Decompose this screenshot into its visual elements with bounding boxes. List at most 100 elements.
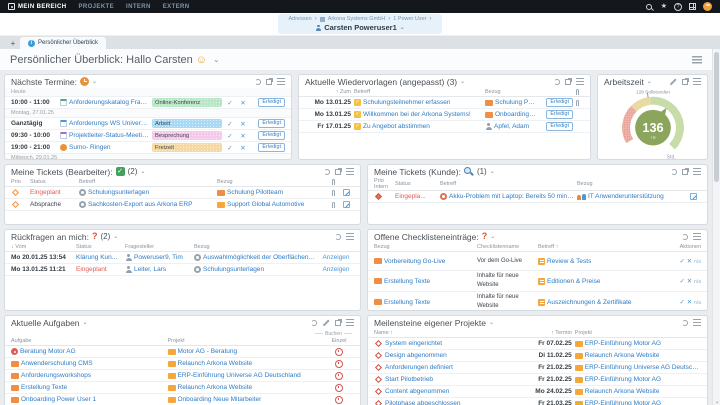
column-header-einzel[interactable]: Einzel	[332, 338, 347, 344]
milestone-row[interactable]: Content abgenommen Mo 24.02.25 Relaunch …	[368, 386, 707, 398]
checklist-entry-link[interactable]: Editionen & Preise	[538, 277, 658, 285]
decline-cross-icon[interactable]: ✕	[238, 144, 248, 152]
checklist-entry-link[interactable]: Auszeichnungen & Zertifikate	[538, 298, 658, 306]
panel-settings-icon[interactable]	[277, 78, 285, 85]
apps-grid-icon[interactable]	[689, 3, 696, 10]
breadcrumb-company[interactable]: Arkona Systems GmbH	[328, 16, 385, 22]
chevron-down-icon[interactable]: ⌄	[213, 55, 220, 64]
open-external-icon[interactable]	[266, 77, 273, 85]
panel-settings-icon[interactable]	[693, 78, 701, 85]
panel-settings-icon[interactable]	[693, 168, 701, 175]
task-link[interactable]: Beratung Motor AG	[11, 348, 165, 355]
task-link[interactable]: Anwenderschulung CMS	[11, 360, 165, 367]
accept-check-icon[interactable]: ✓	[225, 99, 235, 107]
column-header-bezug[interactable]: Bezug	[194, 244, 315, 250]
chevron-down-icon[interactable]: ⌄	[490, 168, 495, 175]
appointment-link[interactable]: Anforderungskatalog Fragen Universe	[60, 99, 149, 106]
milestone-link[interactable]: Anforderungen definiert	[374, 363, 513, 372]
not-applicable-icon[interactable]: n/a	[694, 259, 701, 265]
reject-cross-icon[interactable]: ✕	[687, 278, 692, 285]
edit-pencil-icon[interactable]	[322, 319, 330, 326]
appointment-row[interactable]: 09:30 - 10:00 Projektleiter-Status-Meeti…	[5, 130, 291, 142]
add-tab-button[interactable]: +	[6, 38, 20, 49]
milestone-row[interactable]: System eingerichtet Fr 07.02.25 ERP-Einf…	[368, 338, 707, 350]
time-booking-icon[interactable]	[335, 383, 343, 392]
column-header-bezug[interactable]: Bezug	[577, 181, 687, 187]
followup-link[interactable]: Zu Angebot abstimmen	[354, 123, 482, 130]
followup-link[interactable]: Willkommen bei der Arkona Systems!	[354, 111, 482, 118]
breadcrumb-current-user[interactable]: Carsten Poweruser1	[324, 23, 397, 32]
milestone-link[interactable]: Design abgenommen	[374, 351, 513, 360]
reference-link[interactable]: Erstellung Texte	[374, 278, 474, 285]
open-external-icon[interactable]	[565, 77, 572, 85]
column-header-prio-intern[interactable]: Prio Intern	[374, 178, 392, 190]
column-header-status[interactable]: Status	[395, 181, 437, 187]
breadcrumb[interactable]: Adressen › Arkona Systems GmbH › 1 Power…	[278, 14, 442, 34]
column-header-projekt[interactable]: Projekt	[168, 338, 322, 344]
project-link[interactable]: Relaunch Arkona Website	[167, 384, 322, 391]
reference-link[interactable]: Auswahlmöglichkeit der Oberflächensprach…	[194, 254, 315, 261]
time-booking-icon[interactable]	[335, 371, 343, 380]
milestone-link[interactable]: System eingerichtet	[374, 339, 513, 348]
column-header-prio[interactable]: Prio	[11, 179, 27, 185]
person-link[interactable]: Leiter, Lars	[125, 266, 191, 273]
project-link[interactable]: Onboarding Neue Mitarbeiter	[167, 396, 322, 403]
nav-projekte[interactable]: PROJEKTE	[78, 4, 114, 10]
reference-link[interactable]: Support Global Automotive	[217, 201, 329, 208]
column-header-vom[interactable]: ↓ Vom	[11, 244, 73, 250]
panel-settings-icon[interactable]	[693, 319, 701, 326]
milestone-row[interactable]: Start Pilotbetrieb Fr 21.02.25 ERP-Einfü…	[368, 374, 707, 386]
panel-settings-icon[interactable]	[346, 233, 354, 240]
breadcrumb-adressen[interactable]: Adressen	[288, 16, 311, 22]
erledigt-button[interactable]: Erledigt	[258, 118, 285, 129]
project-link[interactable]: Relaunch Arkona Website	[574, 352, 701, 359]
column-header-bezug[interactable]: Bezug	[485, 89, 536, 95]
column-header-projekt[interactable]: Projekt	[575, 330, 701, 336]
edit-ticket-icon[interactable]	[690, 193, 697, 200]
checklist-entry-link[interactable]: Review & Tests	[538, 257, 658, 265]
ticket-row[interactable]: Eingeplant Schulungsunterlagen Schulung …	[5, 187, 360, 199]
project-link[interactable]: ERP-Einführung Motor AG	[574, 376, 701, 383]
erledigt-button[interactable]: Erledigt	[258, 97, 285, 108]
dashboard-menu-icon[interactable]	[692, 55, 702, 64]
accept-check-icon[interactable]: ✓	[225, 120, 235, 128]
milestone-link[interactable]: Start Pilotbetrieb	[374, 375, 513, 384]
person-link[interactable]: Poweruser9, Tim	[125, 254, 191, 261]
open-external-icon[interactable]	[682, 167, 689, 175]
chevron-down-icon[interactable]: ⌄	[83, 319, 88, 326]
checklist-row[interactable]: Vorbereitung Go-Live Vor dem Go-Live Rev…	[368, 252, 707, 271]
panel-settings-icon[interactable]	[346, 319, 354, 326]
panel-settings-icon[interactable]	[346, 168, 354, 175]
milestone-link[interactable]: Pilotphase abgeschlossen	[374, 399, 513, 405]
edit-ticket-icon[interactable]	[343, 201, 350, 208]
user-avatar[interactable]	[703, 2, 712, 11]
column-header-aufgabe[interactable]: Aufgabe	[11, 338, 165, 344]
anzeigen-link[interactable]: Anzeigen	[318, 254, 354, 261]
edit-pencil-icon[interactable]	[669, 78, 677, 85]
task-row[interactable]: Beratung Motor AG Motor AG - Beratung	[5, 346, 360, 358]
chevron-down-icon[interactable]: ⌄	[647, 78, 652, 85]
column-header-status[interactable]: Status	[76, 244, 122, 250]
complete-check-icon[interactable]: ✓	[680, 258, 685, 265]
chevron-down-icon[interactable]: ⌄	[92, 78, 97, 85]
followup-link[interactable]: Schulungsteilnehmer erfassen	[354, 99, 482, 106]
followup-row[interactable]: Mo 13.01.25 Schulungsteilnehmer erfassen…	[299, 97, 590, 109]
refresh-icon[interactable]	[335, 233, 341, 240]
column-header-status[interactable]: Status	[30, 179, 76, 185]
column-header-aktionen[interactable]: Aktionen	[680, 244, 701, 250]
refresh-icon[interactable]	[682, 233, 688, 240]
milestone-row[interactable]: Design abgenommen Di 11.02.25 Relaunch A…	[368, 350, 707, 362]
refresh-icon[interactable]	[554, 78, 560, 85]
tab-persoenlicher-ueberblick[interactable]: i Persönlicher Überblick	[20, 37, 107, 49]
checklist-row[interactable]: Erstellung Texte Inhalte für neue Websit…	[368, 271, 707, 292]
column-header-checklistenname[interactable]: Checklistenname	[477, 244, 535, 250]
reference-link[interactable]: Vorbereitung Go-Live	[374, 258, 474, 265]
column-header-bezug[interactable]: Bezug	[374, 244, 474, 250]
task-row[interactable]: Erstellung Texte Relaunch Arkona Website	[5, 382, 360, 394]
time-booking-icon[interactable]	[335, 347, 343, 356]
project-link[interactable]: ERP-Einführung Universe AG Deutschland	[167, 372, 322, 379]
refresh-icon[interactable]	[324, 168, 330, 175]
contact-link[interactable]: Apfel, Adam	[485, 123, 536, 130]
open-external-icon[interactable]	[335, 167, 342, 175]
appointment-link[interactable]: Projektleiter-Status-Meeting	[60, 132, 149, 139]
